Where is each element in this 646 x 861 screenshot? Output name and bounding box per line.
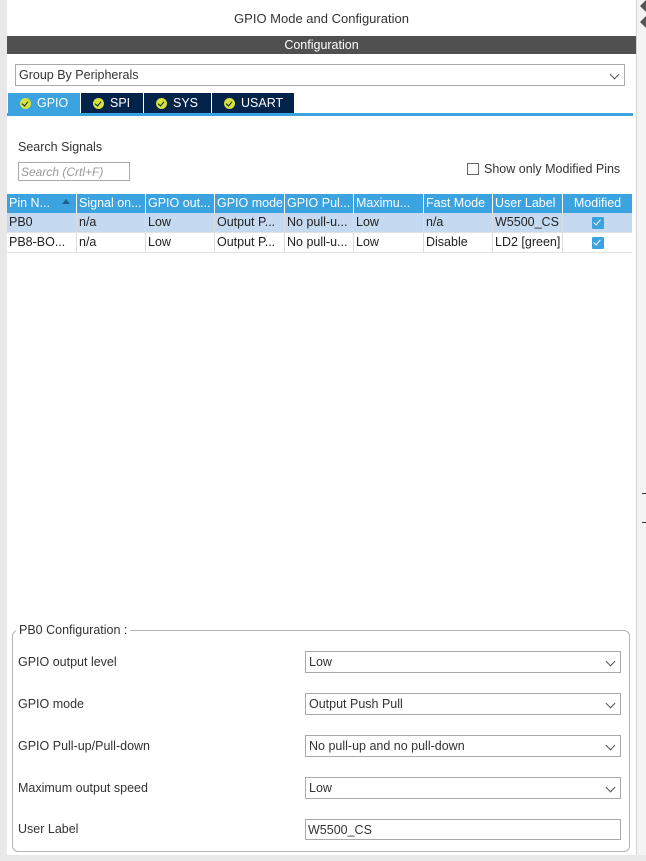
column-header-fast-mode[interactable]: Fast Mode [424,194,493,213]
gpio-pull-select[interactable]: No pull-up and no pull-down [305,735,621,757]
column-header-user-label[interactable]: User Label [493,194,563,213]
cell-user-label: LD2 [green] [493,233,563,252]
user-label-input[interactable] [305,819,621,840]
tab-underline [7,113,633,116]
cell-output: Low [146,233,215,252]
tab-label: USART [241,96,284,110]
field-label-max-speed: Maximum output speed [18,781,148,795]
left-border [0,0,7,861]
chevron-down-icon [609,69,620,80]
field-label-user-label: User Label [18,822,79,836]
checked-checkbox-icon[interactable] [591,236,604,249]
chevron-down-icon [605,740,616,751]
cell-signal: n/a [77,213,146,232]
column-header-max-speed[interactable]: Maximu... [354,194,424,213]
search-signals-label: Search Signals [18,140,103,154]
column-header-pin-name[interactable]: Pin N... [7,194,77,213]
tab-label: GPIO [37,96,69,110]
gpio-mode-select[interactable]: Output Push Pull [305,693,621,715]
chevron-down-icon [605,656,616,667]
splitter-tick [642,522,646,523]
column-header-gpio-output[interactable]: GPIO out... [146,194,215,213]
chevron-down-icon [605,782,616,793]
cell-speed: Low [354,233,424,252]
cell-speed: Low [354,213,424,232]
expand-arrow-icon[interactable] [640,16,646,28]
splitter-tick [642,493,646,494]
tab-sys[interactable]: SYS [144,93,211,113]
cell-pin: PB8-BO... [7,233,77,252]
field-label-pull: GPIO Pull-up/Pull-down [18,739,151,753]
pin-table: Pin N... Signal on... GPIO out... GPIO m… [7,194,632,253]
collapse-arrow-icon[interactable] [640,0,646,12]
table-row[interactable]: PB8-BO... n/a Low Output P... No pull-u.… [7,233,632,253]
cell-mode: Output P... [215,233,285,252]
cell-fast-mode: n/a [424,213,493,232]
cell-modified [563,213,632,232]
field-label-output-level: GPIO output level [18,655,117,669]
search-input[interactable] [18,162,130,181]
bottom-border [0,855,646,861]
tab-gpio[interactable]: GPIO [8,93,80,113]
group-by-select[interactable]: Group By Peripherals [15,64,625,86]
check-circle-icon [20,97,31,109]
column-header-modified[interactable]: Modified [563,194,632,213]
tab-spi[interactable]: SPI [81,93,143,113]
cell-modified [563,233,632,252]
tab-usart[interactable]: USART [212,93,294,113]
cell-user-label: W5500_CS [493,213,563,232]
table-header: Pin N... Signal on... GPIO out... GPIO m… [7,194,632,213]
configuration-header: Configuration [7,36,636,54]
group-by-value: Group By Peripherals [19,68,139,82]
show-modified-checkbox[interactable] [467,163,479,175]
cell-mode: Output P... [215,213,285,232]
field-label-gpio-mode: GPIO mode [18,697,84,711]
tab-label: SPI [110,96,131,110]
chevron-down-icon [605,698,616,709]
table-row[interactable]: PB0 n/a Low Output P... No pull-u... Low… [7,213,632,233]
check-circle-icon [224,97,235,109]
column-header-gpio-mode[interactable]: GPIO mode [215,194,285,213]
sort-ascending-icon [62,199,70,204]
check-circle-icon [93,97,104,109]
cell-fast-mode: Disable [424,233,493,252]
peripheral-tabs: GPIO SPI SYS USART [8,93,295,113]
cell-signal: n/a [77,233,146,252]
right-splitter[interactable] [636,0,646,861]
checked-checkbox-icon[interactable] [591,216,604,229]
gpio-output-level-select[interactable]: Low [305,651,621,673]
cell-pull: No pull-u... [285,233,354,252]
tab-label: SYS [173,96,199,110]
column-header-gpio-pull[interactable]: GPIO Pul... [285,194,354,213]
show-modified-label: Show only Modified Pins [484,162,621,176]
check-circle-icon [156,97,167,109]
page-title: GPIO Mode and Configuration [7,0,636,36]
column-header-signal[interactable]: Signal on... [77,194,146,213]
pin-configuration-title: PB0 Configuration : [16,623,131,637]
cell-pull: No pull-u... [285,213,354,232]
cell-output: Low [146,213,215,232]
max-output-speed-select[interactable]: Low [305,777,621,799]
cell-pin: PB0 [7,213,77,232]
